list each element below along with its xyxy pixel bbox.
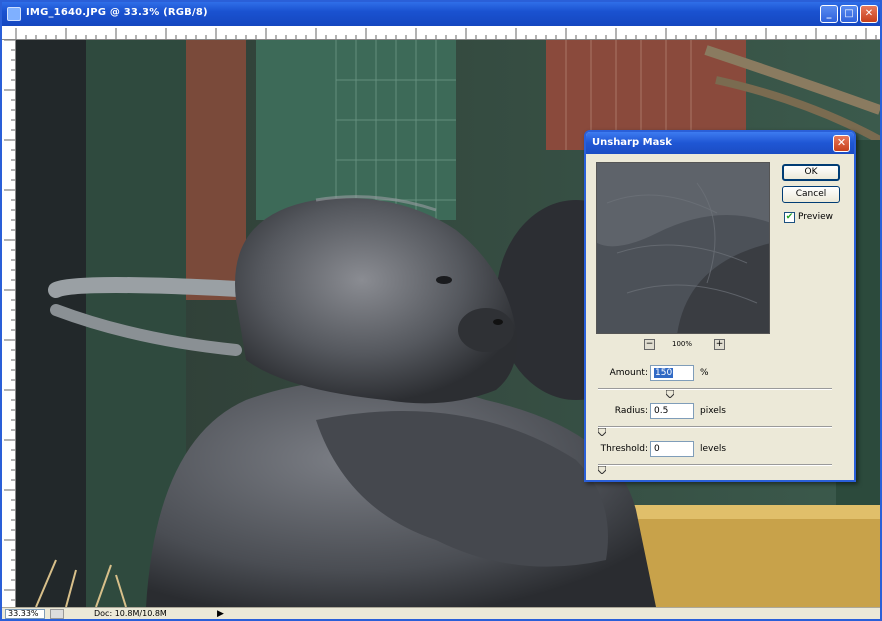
slider-thumb-icon[interactable] <box>666 390 674 398</box>
document-size: Doc: 10.8M/10.8M <box>94 609 167 618</box>
amount-value: 150 <box>654 368 674 378</box>
status-menu-arrow-icon[interactable]: ▶ <box>217 609 224 619</box>
photoshop-doc-icon <box>7 7 21 21</box>
unsharp-mask-dialog: Unsharp Mask ✕ − 100% + OK Cancel ✔ Prev… <box>584 130 856 482</box>
amount-unit: % <box>700 368 709 378</box>
preview-zoom-level: 100% <box>672 340 693 348</box>
minimize-button[interactable]: _ <box>820 5 838 23</box>
maximize-button[interactable]: □ <box>840 5 858 23</box>
preview-checkbox-label: Preview <box>798 212 834 222</box>
radius-unit: pixels <box>700 406 726 416</box>
amount-input[interactable]: 150 <box>650 365 694 381</box>
document-title: IMG_1640.JPG @ 33.3% (RGB/8) <box>26 7 208 18</box>
amount-label: Amount: <box>609 368 648 378</box>
slider-thumb-icon[interactable] <box>598 466 606 474</box>
threshold-label: Threshold: <box>600 444 648 454</box>
zoom-level-field[interactable]: 33.33% <box>5 609 45 619</box>
cancel-button[interactable]: Cancel <box>782 186 840 203</box>
horizontal-ruler-ticks <box>15 28 877 39</box>
radius-input[interactable]: 0.5 <box>650 403 694 419</box>
slider-thumb-icon[interactable] <box>598 428 606 436</box>
close-button[interactable]: ✕ <box>860 5 878 23</box>
radius-slider[interactable] <box>598 426 832 436</box>
radius-label: Radius: <box>614 406 648 416</box>
status-bar: 33.33% Doc: 10.8M/10.8M ▶ <box>2 607 880 619</box>
status-nav-button[interactable] <box>50 609 64 619</box>
amount-slider[interactable] <box>598 388 832 398</box>
threshold-input[interactable]: 0 <box>650 441 694 457</box>
preview-zoom-out-button[interactable]: − <box>644 339 655 350</box>
threshold-unit: levels <box>700 444 727 454</box>
preview-image <box>597 163 769 333</box>
preview-zoom-in-button[interactable]: + <box>714 339 725 350</box>
dialog-titlebar[interactable]: Unsharp Mask ✕ <box>586 132 854 154</box>
ok-button[interactable]: OK <box>782 164 840 181</box>
dialog-title: Unsharp Mask <box>592 137 672 148</box>
vertical-ruler[interactable] <box>2 40 16 607</box>
filter-preview[interactable] <box>596 162 770 334</box>
dialog-close-button[interactable]: ✕ <box>833 135 850 152</box>
document-titlebar[interactable]: IMG_1640.JPG @ 33.3% (RGB/8) _ □ ✕ <box>2 2 880 26</box>
vertical-ruler-ticks <box>4 40 15 601</box>
horizontal-ruler[interactable] <box>2 26 880 40</box>
threshold-slider[interactable] <box>598 464 832 474</box>
checkmark-icon[interactable]: ✔ <box>784 212 795 223</box>
